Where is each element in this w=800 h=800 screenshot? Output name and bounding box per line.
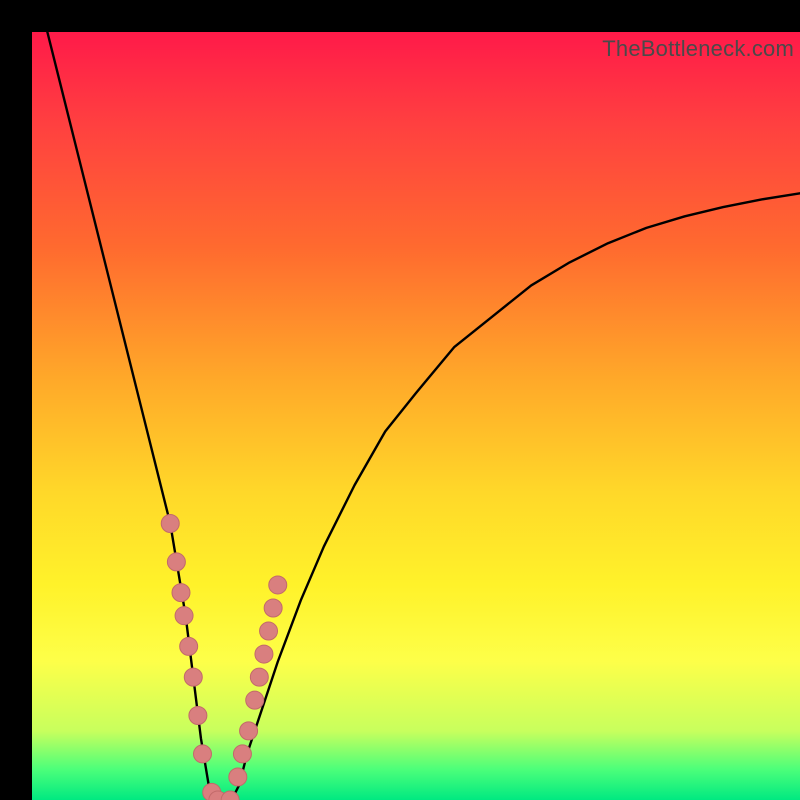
data-marker xyxy=(260,622,278,640)
data-marker xyxy=(233,745,251,763)
data-marker xyxy=(229,768,247,786)
bottleneck-curve xyxy=(47,32,800,800)
plot-area: TheBottleneck.com xyxy=(32,32,800,800)
data-marker xyxy=(175,607,193,625)
data-marker xyxy=(240,722,258,740)
data-marker xyxy=(189,707,207,725)
data-marker xyxy=(246,691,264,709)
chart-svg xyxy=(32,32,800,800)
data-marker xyxy=(180,637,198,655)
chart-frame: TheBottleneck.com xyxy=(0,0,800,800)
data-marker xyxy=(161,515,179,533)
data-marker xyxy=(172,584,190,602)
attribution-label: TheBottleneck.com xyxy=(602,36,794,62)
curve-line xyxy=(47,32,800,800)
data-marker xyxy=(264,599,282,617)
data-marker xyxy=(184,668,202,686)
data-marker xyxy=(194,745,212,763)
data-marker xyxy=(255,645,273,663)
data-marker xyxy=(269,576,287,594)
data-markers xyxy=(161,515,287,800)
data-marker xyxy=(250,668,268,686)
data-marker xyxy=(167,553,185,571)
